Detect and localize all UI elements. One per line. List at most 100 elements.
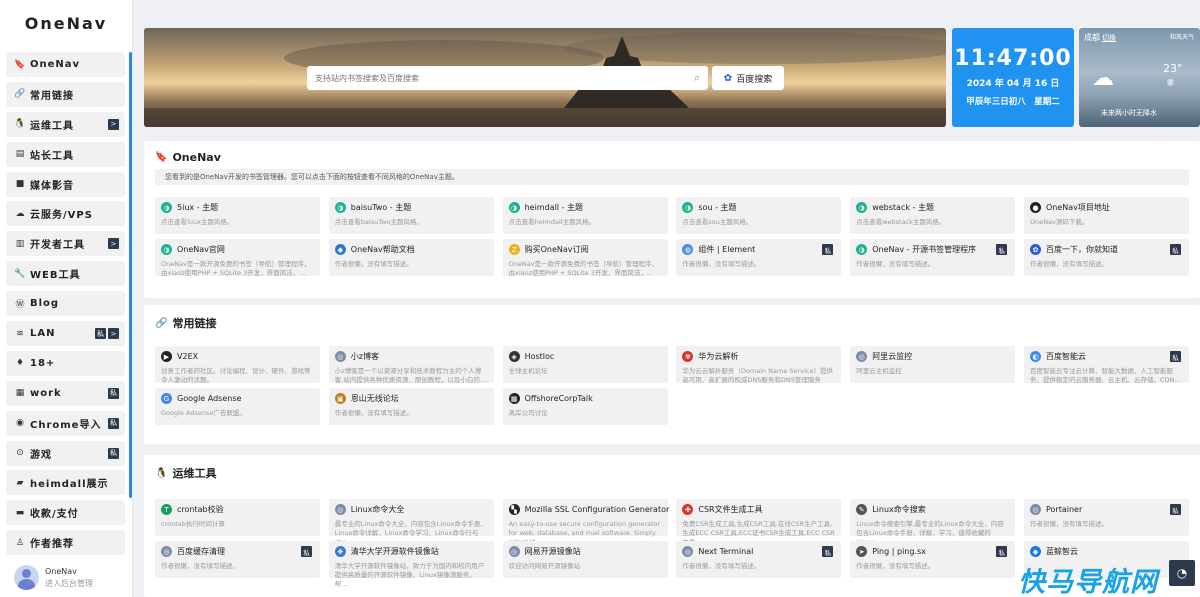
- weather-switch-link[interactable]: 切换: [1102, 34, 1116, 42]
- link-card-description: 点击查看heimdall主题风格。: [508, 218, 596, 226]
- site-favicon-icon: ◎: [1030, 504, 1041, 515]
- sidebar-item-label: 运维工具: [30, 120, 74, 132]
- link-card[interactable]: ◑ webstack - 主题 点击查看webstack主题风格。: [850, 197, 1016, 234]
- weather-city: 成都 切换: [1084, 33, 1116, 42]
- link-card[interactable]: ◑ sou - 主题 点击查看sou主题风格。: [676, 197, 842, 234]
- link-card-title: 清华大学开源软件镜像站: [350, 547, 439, 556]
- sidebar-item-16[interactable]: ♙ 作者推荐: [6, 530, 125, 556]
- site-favicon-icon: ◑: [856, 202, 868, 213]
- link-card[interactable]: ◐ 百度智能云 百度智能云专注云计算、智能大数据、人工智能服务，提供稳定的云服务器、…: [1024, 346, 1189, 384]
- link-card[interactable]: ◎ 网易开源镜像站 欢迎访问网易开源镜像站: [502, 541, 668, 578]
- clock-lunar: 甲辰年三日初八 星期二: [966, 97, 1060, 107]
- chevron-right-icon[interactable]: >: [108, 328, 119, 340]
- link-card[interactable]: ✚ CSR文件生成工具 免费CSR生成工具,生成CSR工具,在线CSR生产工具,生成…: [676, 499, 842, 546]
- sidebar-item-label: work: [30, 387, 62, 399]
- sidebar-item-3[interactable]: ▤ 站长工具: [6, 141, 125, 167]
- sidebar-item-6[interactable]: ▥ 开发者工具 >: [6, 231, 125, 257]
- link-card[interactable]: ◑ heimdall - 主题 点击查看heimdall主题风格。: [502, 197, 668, 234]
- sidebar-item-5[interactable]: ☁ 云服务/VPS: [6, 201, 125, 227]
- sidebar-item-0[interactable]: 🔖 OneNav: [6, 52, 125, 77]
- link-card[interactable]: ◎ Portainer 作者很懒，没有填写描述。 私: [1024, 499, 1189, 536]
- link-card[interactable]: ◎ Linux命令大全 最专业的Linux命令大全，内容包含Linux命令手册、Li…: [328, 499, 494, 546]
- link-card[interactable]: ◎ 阿里云监控 阿里云主机监控: [850, 346, 1016, 383]
- link-card-title: 组件 | Element: [698, 245, 756, 254]
- user-panel[interactable]: OneNav 进入后台管理: [14, 565, 93, 590]
- search-input[interactable]: [315, 73, 694, 83]
- link-card[interactable]: ▣ 恩山无线论坛 作者很懒，没有填写描述。: [328, 388, 494, 425]
- link-card[interactable]: ◑ OneNav - 开源书签管理程序 作者很懒，没有填写描述。 私: [850, 239, 1016, 276]
- private-badge: 私: [822, 244, 834, 255]
- link-card[interactable]: ◍ 组件 | Element 作者很懒，没有填写描述。 私: [676, 239, 842, 276]
- link-card[interactable]: G Google Adsense Google Adsense广告联盟。: [155, 388, 320, 425]
- sidebar-item-11[interactable]: ▦ work 私: [6, 380, 125, 406]
- link-card-title: Mozilla SSL Configuration Generator: [524, 505, 670, 514]
- sidebar-item-label: Chrome导入: [30, 419, 102, 431]
- link-card[interactable]: ▶ V2EX 创意工作者的社区。讨论编程、设计、硬件、游戏等令人激动的话题。: [155, 346, 320, 384]
- sidebar-item-10[interactable]: ♦ 18+: [6, 350, 125, 376]
- sidebar-item-label: 开发者工具: [30, 240, 85, 252]
- link-card[interactable]: ◎ Next Terminal 作者很懒，没有填写描述。 私: [676, 541, 842, 578]
- search-icon[interactable]: ⌕: [694, 71, 700, 85]
- sidebar-menu: 🔖 OneNav 🔗 常用链接 🐧 运维工具 > ▤ 站长工具 ■ 媒体影音 ☁ 云服务/VPS ▥ 开发者…: [6, 52, 125, 560]
- avatar[interactable]: [14, 565, 39, 590]
- weather-widget: 成都 切换 和风天气 ☁ 23° 雾 未来两小时无降水: [1079, 28, 1200, 127]
- sidebar-item-9[interactable]: ≋ LAN 私 >: [6, 321, 125, 347]
- private-badge: 私: [996, 244, 1008, 255]
- link-card[interactable]: ✾ 华为云解析 华为云云解析服务（Domain Name Service）提供高可用…: [676, 346, 842, 384]
- sidebar-item-icon: ≋: [16, 328, 24, 339]
- site-favicon-icon: ◑: [508, 202, 520, 213]
- sidebar-item-1[interactable]: 🔗 常用链接: [6, 81, 125, 107]
- link-card[interactable]: ❖ 清华大学开源软件镜像站 清华大学开源软件镜像站，致力于为国内和校内用户提供高质量…: [328, 541, 494, 588]
- link-card[interactable]: ◈ Hostloc 全球主机论坛: [502, 346, 668, 383]
- sidebar-item-2[interactable]: 🐧 运维工具 >: [6, 111, 125, 137]
- link-card-title: 百度缓存清理: [177, 547, 225, 556]
- search-box[interactable]: ⌕: [307, 66, 708, 90]
- private-badge: 私: [301, 546, 312, 557]
- link-card[interactable]: ◑ 5iux - 主题 点击查看5iux主题风格。: [155, 197, 320, 234]
- link-card-description: 作者很懒，没有填写描述。: [856, 260, 935, 268]
- link-card[interactable]: ◑ baisuTwo - 主题 点击查看baisuTwo主题风格。: [328, 197, 494, 234]
- link-card[interactable]: Tcrontab校验 crontab执行时间计算: [155, 499, 320, 536]
- link-card-description: Google Adsense广告联盟。: [161, 409, 246, 417]
- link-card[interactable]: ✿ 百度一下，你就知道 作者很懒，没有填写描述。 私: [1024, 239, 1189, 276]
- site-logo[interactable]: OneNav: [0, 0, 132, 46]
- sidebar-item-14[interactable]: ▰ heimdall展示: [6, 470, 125, 496]
- sidebar-scrollbar[interactable]: [129, 52, 132, 498]
- chevron-right-icon[interactable]: >: [108, 238, 119, 250]
- private-badge: 私: [108, 387, 119, 399]
- weather-provider[interactable]: 和风天气: [1170, 32, 1194, 41]
- chevron-right-icon[interactable]: >: [108, 118, 119, 130]
- link-card-description: crontab执行时间计算: [161, 520, 225, 528]
- sidebar-item-label: 收款/支付: [30, 509, 79, 521]
- link-card-description: 点击查看sou主题风格。: [682, 218, 753, 226]
- sidebar-item-13[interactable]: ⊙ 游戏 私: [6, 440, 125, 466]
- link-card[interactable]: ◑ OneNav官网 OneNav是一款开源免费的书签（导航）管理程序，由xiaoz…: [155, 239, 320, 277]
- link-card[interactable]: ● OneNav项目地址 OneNav源码下载。: [1024, 197, 1189, 234]
- section-title-icon: 🔖: [155, 152, 168, 163]
- sidebar-item-7[interactable]: 🔧 WEB工具: [6, 261, 125, 287]
- sidebar-item-4[interactable]: ■ 媒体影音: [6, 171, 125, 197]
- private-badge: 私: [108, 447, 119, 459]
- sidebar-item-label: 作者推荐: [30, 539, 74, 551]
- link-card[interactable]: ▚ Mozilla SSL Configuration Generator An e…: [502, 499, 670, 546]
- link-card[interactable]: ◎ 小z博客 小z博客是一个以资源分享和技术教程为主的个人博客,站内提供各种优质资源…: [328, 346, 494, 384]
- section-title-text: 运维工具: [172, 467, 217, 480]
- private-badge: 私: [108, 417, 119, 429]
- link-card-description: 作者很懒，没有填写描述。: [1030, 260, 1108, 268]
- float-action-button[interactable]: ◔: [1169, 560, 1195, 586]
- admin-link[interactable]: 进入后台管理: [45, 578, 93, 590]
- sidebar-item-15[interactable]: ▬ 收款/支付: [6, 500, 125, 526]
- sidebar-item-8[interactable]: Ⓦ Blog: [6, 291, 125, 317]
- baidu-search-button[interactable]: ✿ 百度搜索: [712, 66, 784, 90]
- site-favicon-icon: ◑: [161, 244, 172, 255]
- sidebar-item-label: OneNav: [30, 59, 81, 70]
- link-card[interactable]: ◎ 百度缓存清理 作者很懒，没有填写描述。 私: [155, 541, 320, 578]
- sidebar-item-12[interactable]: ◉ Chrome导入私: [6, 410, 125, 436]
- link-card[interactable]: ✎ Linux命令搜索 Linux命令搜索引擎,最专业的Linux命令大全，内容包含…: [850, 499, 1016, 546]
- link-card[interactable]: ◆ OneNav帮助文档 作者很懒，没有填写描述。: [328, 239, 494, 276]
- link-card[interactable]: ➤ Ping | ping.sx 作者很懒，没有填写描述。 私: [850, 541, 1016, 578]
- link-card[interactable]: Z 购买OneNav订阅 OneNav是一款开源免费的书签（导航）管理程序，由xia…: [502, 239, 668, 277]
- link-card[interactable]: ▦ OffshoreCorpTalk 离岸公司讨论: [502, 388, 668, 425]
- cloud-icon: ☁: [1092, 66, 1114, 91]
- clock-time: 11:47:00: [954, 46, 1072, 71]
